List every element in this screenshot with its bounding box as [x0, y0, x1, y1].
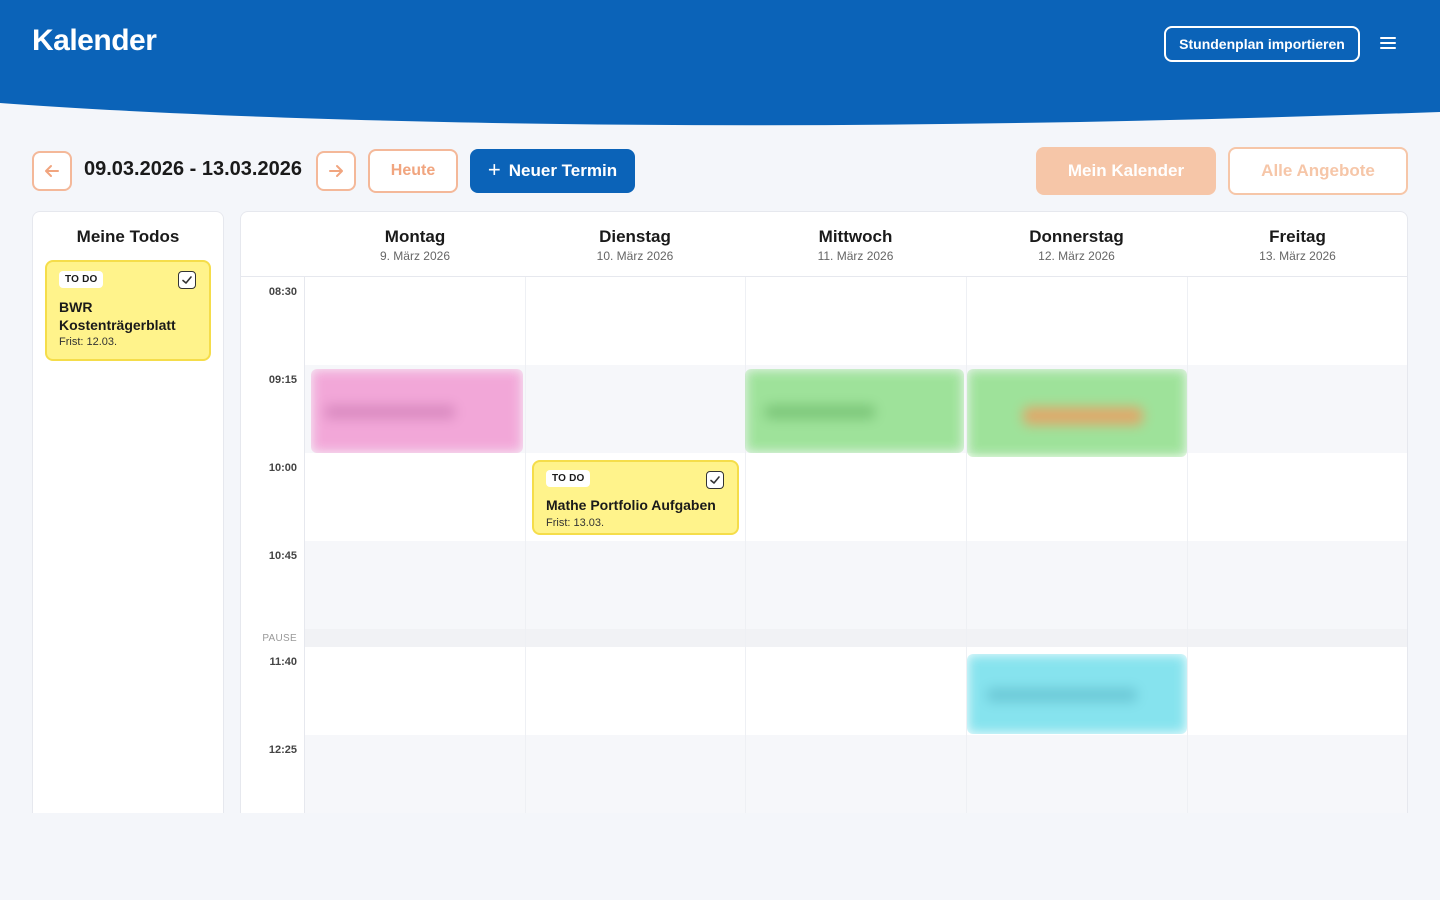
week-calendar: Montag 9. März 2026 Dienstag 10. März 20… — [240, 211, 1408, 813]
day-date: 13. März 2026 — [1259, 249, 1336, 263]
time-label: 09:15 — [268, 374, 297, 386]
previous-week-button[interactable] — [32, 151, 72, 191]
day-date: 9. März 2026 — [379, 249, 451, 263]
pause-row — [305, 629, 1407, 647]
hamburger-menu-icon[interactable] — [1378, 34, 1398, 54]
day-date: 10. März 2026 — [596, 249, 674, 263]
day-name: Mittwoch — [818, 227, 893, 246]
my-calendar-button[interactable]: Mein Kalender — [1036, 147, 1216, 195]
checkbox-checked-icon[interactable] — [178, 271, 196, 289]
day-name: Dienstag — [599, 227, 671, 246]
day-date: 11. März 2026 — [817, 249, 894, 263]
day-column-divider — [1187, 277, 1188, 813]
todos-title: Meine Todos — [76, 227, 180, 246]
next-week-button[interactable] — [316, 151, 356, 191]
day-header-monday: Montag 9. März 2026 — [305, 212, 525, 276]
day-column-divider — [525, 277, 526, 813]
time-slot-row[interactable] — [305, 541, 1407, 629]
time-label: 08:30 — [268, 286, 297, 298]
all-offers-button[interactable]: Alle Angebote — [1228, 147, 1408, 195]
new-event-button[interactable]: + Neuer Termin — [470, 149, 635, 193]
calendar-event-blurred[interactable] — [967, 369, 1187, 457]
time-label: 10:00 — [268, 462, 297, 474]
todo-card[interactable]: TO DO BWR Kostenträgerblatt Frist: 12.03… — [45, 260, 211, 361]
todo-title: Mathe Portfolio Aufgaben — [546, 497, 716, 513]
time-slot-row[interactable] — [305, 453, 1407, 541]
today-button[interactable]: Heute — [368, 149, 458, 193]
calendar-event-blurred[interactable] — [745, 369, 964, 453]
arrow-right-icon — [329, 165, 343, 177]
todo-badge: TO DO — [546, 470, 591, 487]
day-name: Donnerstag — [1029, 227, 1124, 246]
header-wave-background — [0, 0, 1440, 126]
todo-due-date: Frist: 13.03. — [546, 517, 605, 529]
day-header-tuesday: Dienstag 10. März 2026 — [525, 212, 745, 276]
plus-icon: + — [487, 157, 501, 182]
day-header-friday: Freitag 13. März 2026 — [1187, 212, 1407, 276]
day-column-divider — [745, 277, 746, 813]
todo-badge: TO DO — [59, 271, 104, 288]
day-column-divider — [1407, 277, 1408, 813]
todo-title: BWR Kostenträgerblatt — [59, 299, 176, 333]
day-header-thursday: Donnerstag 12. März 2026 — [966, 212, 1187, 276]
pause-label: PAUSE — [262, 633, 297, 644]
page-title: Kalender — [32, 24, 157, 57]
time-slot-row[interactable] — [305, 277, 1407, 365]
time-slot-row[interactable] — [305, 647, 1407, 735]
todo-due-date: Frist: 12.03. — [59, 336, 118, 348]
day-name: Freitag — [1269, 227, 1326, 246]
todos-panel: Meine Todos TO DO BWR Kostenträgerblatt … — [32, 211, 224, 813]
app-header: Kalender Stundenplan importieren — [0, 0, 1440, 130]
calendar-todo-card[interactable]: TO DO Mathe Portfolio Aufgaben Frist: 13… — [532, 460, 739, 535]
checkbox-checked-icon[interactable] — [706, 471, 724, 489]
time-label: 10:45 — [268, 550, 297, 562]
time-slot-row[interactable] — [305, 735, 1407, 813]
calendar-event-blurred[interactable] — [311, 369, 523, 453]
time-label: 11:40 — [269, 656, 297, 668]
day-date: 12. März 2026 — [1038, 249, 1115, 263]
arrow-left-icon — [45, 165, 59, 177]
import-timetable-button[interactable]: Stundenplan importieren — [1164, 26, 1360, 62]
day-header-wednesday: Mittwoch 11. März 2026 — [745, 212, 966, 276]
calendar-event-blurred[interactable] — [967, 654, 1187, 734]
date-range-label: 09.03.2026 - 13.03.2026 — [84, 158, 302, 180]
time-label: 12:25 — [268, 744, 297, 756]
new-event-label: Neuer Termin — [508, 161, 618, 180]
day-name: Montag — [384, 227, 446, 246]
time-column-divider — [304, 277, 305, 813]
